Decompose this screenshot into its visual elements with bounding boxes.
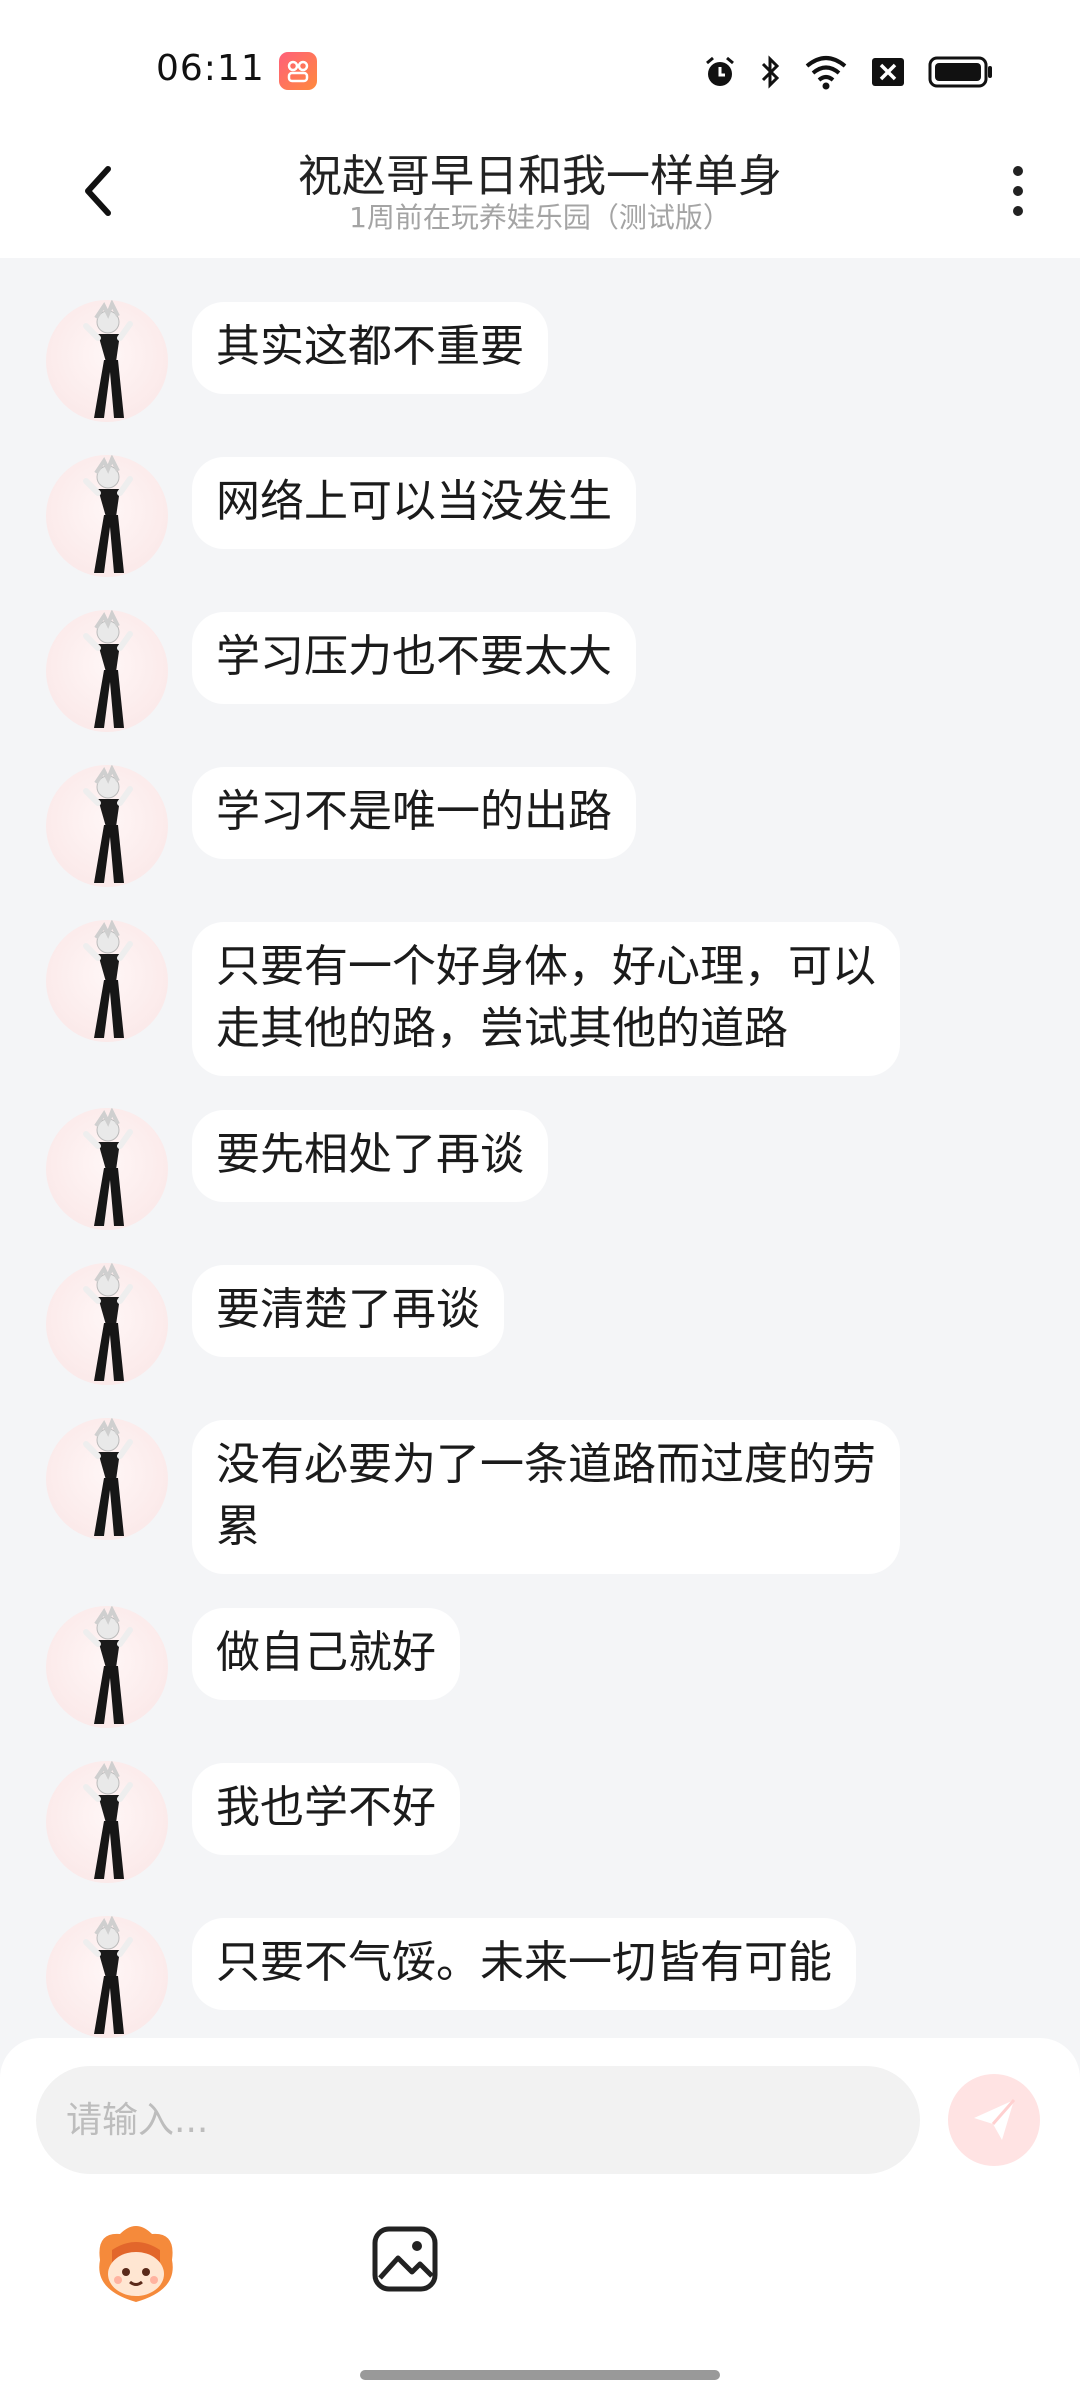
message-bubble[interactable]: 要先相处了再谈	[192, 1110, 548, 1202]
message-bubble[interactable]: 要清楚了再谈	[192, 1265, 504, 1357]
status-bar: 06:11	[0, 0, 1080, 130]
status-icons	[702, 52, 994, 92]
avatar[interactable]	[46, 920, 168, 1042]
message-bubble[interactable]: 其实这都不重要	[192, 302, 548, 394]
avatar[interactable]	[46, 455, 168, 577]
image-picker-button[interactable]	[370, 2224, 440, 2294]
status-time: 06:11	[156, 48, 265, 89]
avatar[interactable]	[46, 1418, 168, 1540]
avatar[interactable]	[46, 1761, 168, 1883]
mascot-emoji-icon	[99, 2226, 173, 2302]
message-bubble[interactable]: 学习压力也不要太大	[192, 612, 636, 704]
avatar[interactable]	[46, 1606, 168, 1728]
home-indicator[interactable]	[360, 2370, 720, 2380]
mascot-emoji-button[interactable]	[90, 2220, 182, 2312]
avatar[interactable]	[46, 1916, 168, 2038]
message-bubble[interactable]: 我也学不好	[192, 1763, 460, 1855]
send-button[interactable]	[948, 2074, 1040, 2166]
chat-title: 祝赵哥早日和我一样单身	[298, 151, 782, 202]
message-bubble[interactable]: 没有必要为了一条道路而过度的劳累	[192, 1420, 900, 1574]
app-notification-icon	[279, 52, 317, 90]
avatar[interactable]	[46, 610, 168, 732]
alarm-icon	[702, 54, 738, 90]
paper-plane-icon	[974, 2099, 1016, 2140]
avatar[interactable]	[46, 1108, 168, 1230]
battery-icon	[928, 54, 994, 90]
more-options-button[interactable]	[998, 156, 1038, 226]
message-input[interactable]	[36, 2066, 920, 2174]
avatar[interactable]	[46, 765, 168, 887]
avatar[interactable]	[46, 300, 168, 422]
message-list[interactable]: 其实这都不重要 网络上可以当没发生 学习压力也不要太大 学习不是唯一的出路 只要…	[0, 258, 1080, 2038]
image-icon	[372, 2226, 438, 2292]
no-sim-icon	[870, 54, 906, 90]
message-bubble[interactable]: 网络上可以当没发生	[192, 457, 636, 549]
chat-subtitle: 1周前在玩养娃乐园（测试版）	[349, 201, 731, 234]
message-bubble[interactable]: 只要不气馁。未来一切皆有可能	[192, 1918, 856, 2010]
message-bubble[interactable]: 做自己就好	[192, 1608, 460, 1700]
bluetooth-icon	[760, 54, 782, 90]
wifi-icon	[804, 54, 848, 90]
avatar[interactable]	[46, 1263, 168, 1385]
message-bubble[interactable]: 只要有一个好身体，好心理，可以走其他的路，尝试其他的道路	[192, 922, 900, 1076]
chat-header: 祝赵哥早日和我一样单身 1周前在玩养娃乐园（测试版）	[0, 130, 1080, 258]
message-bubble[interactable]: 学习不是唯一的出路	[192, 767, 636, 859]
more-vertical-icon	[1013, 166, 1023, 176]
composer	[0, 2038, 1080, 2400]
